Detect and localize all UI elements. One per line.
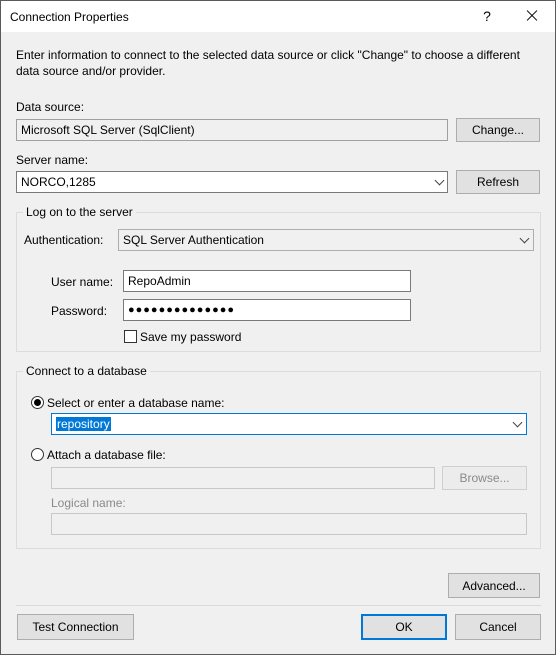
save-password-label[interactable]: Save my password — [140, 330, 241, 344]
test-connection-button[interactable]: Test Connection — [17, 614, 134, 640]
server-name-value: NORCO,1285 — [21, 175, 96, 189]
authentication-value: SQL Server Authentication — [123, 233, 264, 247]
select-database-label[interactable]: Select or enter a database name: — [47, 396, 224, 410]
server-name-label: Server name: — [16, 153, 89, 167]
server-name-combobox[interactable]: NORCO,1285 — [16, 171, 448, 193]
title-bar: Connection Properties ? — [1, 1, 555, 32]
username-label: User name: — [51, 275, 114, 289]
connection-properties-dialog: Connection Properties ? Enter informatio… — [0, 0, 556, 655]
password-label: Password: — [51, 304, 108, 318]
change-button[interactable]: Change... — [456, 118, 540, 142]
help-icon[interactable]: ? — [477, 5, 497, 27]
advanced-button[interactable]: Advanced... — [448, 573, 540, 598]
footer-separator — [16, 605, 541, 606]
authentication-select[interactable]: SQL Server Authentication — [118, 229, 534, 251]
logon-group-title: Log on to the server — [23, 205, 136, 219]
attach-file-radio[interactable] — [31, 448, 44, 461]
ok-button[interactable]: OK — [361, 614, 447, 640]
username-input[interactable]: RepoAdmin — [123, 270, 411, 292]
save-password-checkbox[interactable] — [124, 330, 137, 343]
database-name-combobox[interactable]: repository — [51, 413, 527, 435]
browse-button[interactable]: Browse... — [442, 466, 527, 490]
database-group-title: Connect to a database — [23, 364, 150, 378]
data-source-label: Data source: — [16, 100, 85, 114]
select-database-radio[interactable] — [31, 396, 44, 409]
attach-file-label[interactable]: Attach a database file: — [47, 448, 166, 462]
database-file-input[interactable] — [51, 467, 435, 489]
logical-name-input[interactable] — [51, 513, 527, 535]
logical-name-label: Logical name: — [51, 496, 126, 510]
password-input[interactable]: ●●●●●●●●●●●●●● — [123, 299, 411, 321]
database-name-value: repository — [56, 417, 111, 431]
refresh-button[interactable]: Refresh — [456, 170, 540, 194]
cancel-button[interactable]: Cancel — [455, 614, 541, 640]
close-icon[interactable] — [521, 5, 543, 27]
authentication-label: Authentication: — [24, 233, 104, 247]
intro-text: Enter information to connect to the sele… — [16, 48, 520, 78]
data-source-field: Microsoft SQL Server (SqlClient) — [16, 119, 448, 141]
window-title: Connection Properties — [10, 10, 129, 24]
